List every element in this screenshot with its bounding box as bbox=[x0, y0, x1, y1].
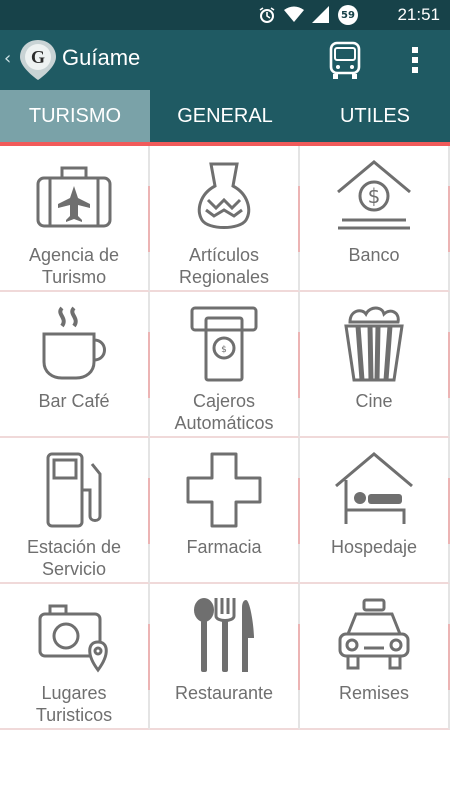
tab-general[interactable]: GENERAL bbox=[150, 90, 300, 142]
camera-pin-icon bbox=[38, 604, 108, 673]
cross-icon bbox=[186, 452, 262, 528]
wifi-icon bbox=[284, 6, 304, 22]
alarm-icon bbox=[259, 7, 275, 23]
house-bed-icon bbox=[335, 452, 413, 524]
notification-badge: 59 bbox=[338, 5, 358, 25]
atm-icon: $ bbox=[190, 306, 258, 382]
category-label: Estación de Servicio bbox=[26, 537, 122, 579]
app-bar: ‹ G Guíame bbox=[0, 30, 450, 90]
taxi-icon bbox=[338, 598, 410, 670]
category-articulos-regionales[interactable]: Artículos Regionales bbox=[150, 146, 300, 292]
category-label: Lugares Turisticos bbox=[35, 683, 113, 725]
category-label: Artículos Regionales bbox=[178, 245, 270, 287]
tab-turismo[interactable]: TURISMO bbox=[0, 90, 150, 142]
app-logo[interactable]: G bbox=[18, 38, 58, 82]
more-vert-icon[interactable] bbox=[404, 44, 426, 76]
suitcase-plane-icon bbox=[36, 166, 112, 228]
category-remises[interactable]: Remises bbox=[300, 584, 450, 730]
status-icons: 59 bbox=[258, 5, 358, 25]
category-lugares-turisticos[interactable]: Lugares Turisticos bbox=[0, 584, 150, 730]
category-bar-cafe[interactable]: Bar Café bbox=[0, 292, 150, 438]
category-label: Bar Café bbox=[38, 391, 110, 411]
category-restaurante[interactable]: Restaurante bbox=[150, 584, 300, 730]
bank-icon: $ bbox=[337, 160, 411, 230]
status-bar: 59 21:51 bbox=[0, 0, 450, 30]
app-title: Guíame bbox=[62, 45, 141, 70]
coffee-cup-icon bbox=[42, 306, 106, 380]
gas-pump-icon bbox=[46, 452, 102, 528]
category-farmacia[interactable]: Farmacia bbox=[150, 438, 300, 584]
category-label: Remises bbox=[338, 683, 409, 703]
tab-utiles[interactable]: UTILES bbox=[300, 90, 450, 142]
vase-icon bbox=[197, 162, 251, 229]
svg-text:$: $ bbox=[368, 184, 381, 208]
category-label: Cine bbox=[355, 391, 393, 411]
category-label: Cajeros Automáticos bbox=[174, 391, 274, 433]
category-cajeros-automaticos[interactable]: $ Cajeros Automáticos bbox=[150, 292, 300, 438]
category-label: Farmacia bbox=[186, 537, 262, 557]
category-banco[interactable]: $ Banco bbox=[300, 146, 450, 292]
category-label: Banco bbox=[348, 245, 400, 265]
category-grid: Agencia de Turismo Artículos Regionales … bbox=[0, 146, 450, 730]
category-agencia-turismo[interactable]: Agencia de Turismo bbox=[0, 146, 150, 292]
svg-text:$: $ bbox=[221, 345, 227, 355]
popcorn-icon bbox=[344, 306, 404, 382]
clock: 21:51 bbox=[397, 5, 440, 24]
logo-letter: G bbox=[31, 47, 45, 67]
back-chevron-icon[interactable]: ‹ bbox=[4, 48, 11, 69]
cutlery-icon bbox=[194, 598, 254, 672]
category-cine[interactable]: Cine bbox=[300, 292, 450, 438]
signal-icon bbox=[312, 6, 329, 23]
category-label: Restaurante bbox=[174, 683, 274, 703]
category-label: Agencia de Turismo bbox=[28, 245, 120, 287]
category-estacion-servicio[interactable]: Estación de Servicio bbox=[0, 438, 150, 584]
bus-icon[interactable] bbox=[328, 40, 362, 80]
category-hospedaje[interactable]: Hospedaje bbox=[300, 438, 450, 584]
tab-bar: TURISMO GENERAL UTILES bbox=[0, 90, 450, 142]
category-label: Hospedaje bbox=[330, 537, 418, 557]
empty-bottom-area bbox=[0, 730, 450, 800]
